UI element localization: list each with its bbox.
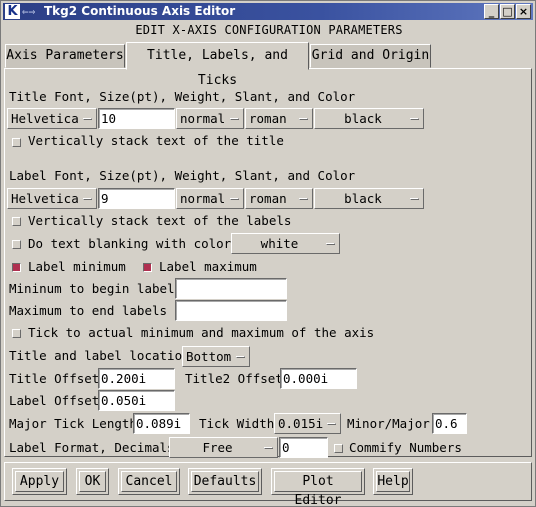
label-font-heading: Label Font, Size(pt), Weight, Slant, and… [9, 168, 356, 183]
min-begin-label: Mininum to begin labels [9, 281, 183, 296]
blanking-checkbox[interactable] [12, 240, 21, 249]
max-end-input[interactable] [175, 300, 287, 321]
window-title: Tkg2 Continuous Axis Editor [44, 4, 236, 18]
label-stack-checkbox[interactable] [12, 217, 21, 226]
title-offset-input[interactable]: 0.200i [98, 368, 175, 389]
tick-width-label: Tick Width [199, 416, 275, 431]
label-font-weight-value: normal [180, 191, 226, 206]
dropdown-indicator-icon [326, 243, 335, 245]
dropdown-indicator-icon [230, 118, 239, 120]
title-bar[interactable]: K ⇐⇒ Tkg2 Continuous Axis Editor _ □ × [3, 3, 533, 20]
tab-axis-parameters[interactable]: Axis Parameters [5, 44, 125, 68]
title-stack-label: Vertically stack text of the title [28, 133, 284, 148]
blanking-label: Do text blanking with color: [28, 236, 239, 251]
tick-width-menu[interactable]: 0.015i [274, 413, 341, 434]
help-button[interactable]: Help [373, 468, 413, 495]
dropdown-indicator-icon [83, 118, 92, 120]
window-arrows-icon: ⇐⇒ [22, 5, 36, 18]
label-font-slant-value: roman [249, 191, 287, 206]
commify-label: Commify Numbers [349, 440, 462, 455]
editor-window: K ⇐⇒ Tkg2 Continuous Axis Editor _ □ × E… [0, 0, 536, 507]
label-minimum-checkbox[interactable] [12, 263, 21, 272]
label-format-menu[interactable]: Free [169, 437, 278, 458]
label-maximum-label: Label maximum [159, 259, 257, 274]
label-offset-input[interactable]: 0.050i [98, 390, 175, 411]
dropdown-indicator-icon [327, 423, 336, 425]
ok-button-label: OK [79, 471, 106, 492]
close-button[interactable]: × [516, 4, 531, 19]
defaults-button[interactable]: Defaults [188, 468, 262, 495]
label-font-weight-menu[interactable]: normal [176, 188, 244, 209]
blanking-color-menu[interactable]: white [231, 233, 340, 254]
apply-button-label: Apply [15, 471, 64, 492]
title-offset-label: Title Offset [9, 371, 100, 386]
tab-grid-origin[interactable]: Grid and Origin [310, 44, 431, 68]
title2-offset-input[interactable]: 0.000i [280, 368, 357, 389]
title-font-slant-menu[interactable]: roman [245, 108, 313, 129]
tick-actual-checkbox[interactable] [12, 329, 21, 338]
minor-major-label: Minor/Major [347, 416, 430, 431]
label-stack-label: Vertically stack text of the labels [28, 213, 292, 228]
app-k-icon[interactable]: K [5, 4, 20, 19]
cancel-button[interactable]: Cancel [118, 468, 180, 495]
title-font-color-menu[interactable]: black [314, 108, 424, 129]
location-value: Bottom [186, 349, 232, 364]
location-menu[interactable]: Bottom [182, 346, 250, 367]
label-font-color-value: black [344, 191, 382, 206]
tab-title-labels-ticks[interactable]: Title, Labels, and Ticks [126, 42, 309, 88]
title-font-size-input[interactable]: 10 [98, 108, 175, 129]
title-font-heading: Title Font, Size(pt), Weight, Slant, and… [9, 89, 356, 104]
major-tick-label: Major Tick Length [9, 416, 137, 431]
maximize-button[interactable]: □ [500, 4, 515, 19]
help-button-label: Help [376, 471, 410, 492]
location-label: Title and label location [9, 348, 190, 363]
dropdown-indicator-icon [410, 118, 419, 120]
title-font-slant-value: roman [249, 111, 287, 126]
decimals-input[interactable]: 0 [279, 437, 328, 458]
dropdown-indicator-icon [236, 356, 245, 358]
label-font-size-input[interactable]: 9 [98, 188, 175, 209]
cancel-button-label: Cancel [121, 471, 177, 492]
title-font-weight-menu[interactable]: normal [176, 108, 244, 129]
label-offset-label: Label Offset [9, 393, 100, 408]
label-font-family-value: Helvetica [11, 191, 79, 206]
label-font-family-menu[interactable]: Helvetica [7, 188, 97, 209]
dropdown-indicator-icon [264, 447, 273, 449]
title-stack-checkbox[interactable] [12, 138, 21, 147]
label-format-value: Free [202, 440, 233, 455]
dropdown-indicator-icon [83, 198, 92, 200]
dropdown-indicator-icon [299, 118, 308, 120]
dropdown-indicator-icon [230, 198, 239, 200]
title-font-color-value: black [344, 111, 382, 126]
tick-actual-label: Tick to actual minimum and maximum of th… [28, 325, 375, 340]
major-tick-input[interactable]: 0.089i [133, 413, 190, 434]
label-font-color-menu[interactable]: black [314, 188, 424, 209]
dropdown-indicator-icon [410, 198, 419, 200]
label-format-label: Label Format, Decimals [9, 440, 175, 455]
min-begin-input[interactable] [175, 278, 287, 299]
ok-button[interactable]: OK [76, 468, 109, 495]
defaults-button-label: Defaults [191, 471, 259, 492]
tick-width-value: 0.015i [278, 416, 324, 431]
plot-editor-button-label: Plot Editor [274, 471, 362, 507]
minor-major-input[interactable]: 0.6 [432, 413, 467, 434]
label-maximum-checkbox[interactable] [143, 263, 152, 272]
plot-editor-button[interactable]: Plot Editor [271, 468, 365, 507]
title-font-family-value: Helvetica [11, 111, 79, 126]
commify-checkbox[interactable] [334, 444, 343, 453]
max-end-label: Maximum to end labels [9, 303, 168, 318]
title-font-weight-value: normal [180, 111, 226, 126]
title-font-family-menu[interactable]: Helvetica [7, 108, 97, 129]
title2-offset-label: Title2 Offset [185, 371, 283, 386]
label-font-slant-menu[interactable]: roman [245, 188, 313, 209]
label-minimum-label: Label minimum [28, 259, 126, 274]
minimize-button[interactable]: _ [484, 4, 499, 19]
editor-header: EDIT X-AXIS CONFIGURATION PARAMETERS [135, 23, 403, 37]
dropdown-indicator-icon [299, 198, 308, 200]
blanking-color-value: white [260, 236, 299, 251]
apply-button[interactable]: Apply [12, 468, 67, 495]
